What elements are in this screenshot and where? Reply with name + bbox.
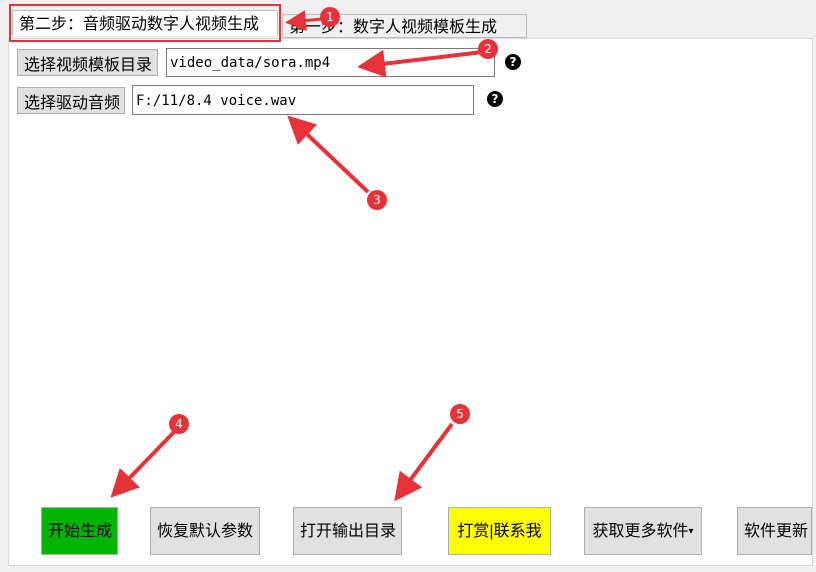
more-software-dropdown[interactable]: 获取更多软件▾ bbox=[584, 507, 702, 555]
video-template-help-icon[interactable]: ? bbox=[505, 54, 521, 70]
main-panel bbox=[8, 38, 813, 566]
software-update-button[interactable]: 软件更新 bbox=[737, 507, 812, 555]
select-audio-button[interactable]: 选择驱动音频 bbox=[17, 87, 125, 114]
donate-contact-button[interactable]: 打赏|联系我 bbox=[448, 507, 551, 555]
start-generation-button[interactable]: 开始生成 bbox=[41, 507, 118, 555]
annotation-badge-3: 3 bbox=[367, 190, 387, 210]
video-template-path-field[interactable]: video_data/sora.mp4 bbox=[166, 48, 495, 77]
select-video-template-button[interactable]: 选择视频模板目录 bbox=[17, 49, 158, 76]
audio-path-field[interactable]: F:/11/8.4 voice.wav bbox=[132, 85, 474, 115]
open-output-dir-button[interactable]: 打开输出目录 bbox=[293, 507, 402, 555]
tab-template-generation[interactable]: 第一步：数字人视频模板生成 bbox=[282, 14, 527, 38]
tab-audio-driven-generation[interactable]: 第二步：音频驱动数字人视频生成 bbox=[12, 10, 278, 36]
annotation-badge-4: 4 bbox=[169, 414, 189, 434]
more-software-label: 获取更多软件 bbox=[592, 523, 689, 540]
tab-bar: 第二步：音频驱动数字人视频生成 第一步：数字人视频模板生成 bbox=[0, 0, 816, 40]
reset-defaults-button[interactable]: 恢复默认参数 bbox=[150, 507, 260, 555]
audio-help-icon[interactable]: ? bbox=[487, 91, 503, 107]
caret-down-icon: ▾ bbox=[688, 526, 694, 537]
annotation-badge-1: 1 bbox=[320, 7, 340, 27]
annotation-badge-5: 5 bbox=[450, 404, 470, 424]
annotation-badge-2: 2 bbox=[478, 39, 498, 59]
